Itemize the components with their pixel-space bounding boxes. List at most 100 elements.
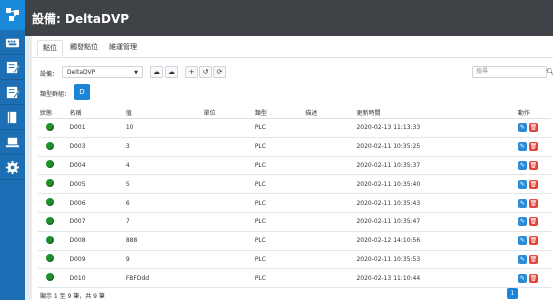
value-cell: 5: [123, 174, 202, 195]
cloud-download-button[interactable]: ☁: [165, 66, 178, 78]
value-cell: 7: [123, 212, 202, 232]
value-cell: 6: [123, 193, 202, 213]
tab-points[interactable]: 點位: [37, 40, 63, 57]
description-cell: [303, 268, 355, 289]
name-cell: D008: [67, 231, 124, 251]
description-cell: [303, 212, 355, 232]
refresh-button[interactable]: ⟳: [213, 66, 226, 78]
edit-button[interactable]: ✎: [517, 236, 527, 246]
group-chip-d[interactable]: D: [74, 84, 90, 100]
table-row[interactable]: D003 3 PLC 2020-02-11 10:35:25 ✎ 🗑︎: [38, 137, 551, 157]
updated-time-cell: 2020-02-11 10:35:25: [354, 137, 516, 157]
add-button[interactable]: +: [185, 66, 198, 78]
description-cell: [303, 137, 355, 157]
edit-button[interactable]: ✎: [517, 217, 527, 227]
name-cell: D009: [67, 250, 124, 270]
delete-button[interactable]: 🗑︎: [528, 179, 538, 189]
delete-button[interactable]: 🗑︎: [528, 217, 538, 227]
column-header[interactable]: 動作: [515, 106, 551, 119]
type-cell: PLC: [252, 250, 304, 270]
device-label: 設備：: [40, 71, 59, 78]
unit-cell: [201, 174, 253, 195]
delete-button[interactable]: 🗑︎: [528, 198, 538, 208]
name-cell: D004: [67, 156, 124, 176]
delete-button[interactable]: 🗑︎: [528, 142, 538, 152]
edit-button[interactable]: ✎: [517, 179, 527, 189]
type-cell: PLC: [252, 118, 304, 138]
type-cell: PLC: [252, 156, 304, 176]
page-header: 設備: DeltaDVP: [25, 0, 553, 36]
app-logo-icon[interactable]: [0, 0, 25, 30]
description-cell: [303, 118, 355, 138]
column-header[interactable]: 名稱: [67, 106, 124, 119]
status-cell: [38, 250, 68, 270]
actions-cell: ✎ 🗑︎: [515, 156, 551, 176]
table-row[interactable]: D010 FBFDdd PLC 2020-02-13 11:10:44 ✎ 🗑︎: [38, 268, 551, 289]
column-header[interactable]: 單位: [201, 106, 253, 119]
table-row[interactable]: D001 10 PLC 2020-02-13 11:13:33 ✎ 🗑︎: [38, 118, 551, 138]
edit-button[interactable]: ✎: [517, 160, 527, 170]
delete-button[interactable]: 🗑︎: [528, 254, 538, 264]
edit-icon[interactable]: [0, 55, 25, 80]
table-row[interactable]: D007 7 PLC 2020-02-11 10:35:47 ✎ 🗑︎: [38, 212, 551, 232]
column-header[interactable]: 值: [123, 106, 202, 119]
value-cell: 9: [123, 250, 202, 270]
edit-button[interactable]: ✎: [517, 142, 527, 152]
edit-button[interactable]: ✎: [517, 198, 527, 208]
value-cell: 4: [123, 156, 202, 176]
delete-button[interactable]: 🗑︎: [528, 160, 538, 170]
column-header[interactable]: 類型: [252, 106, 304, 119]
tab-maintenance[interactable]: 維運管理: [104, 40, 142, 57]
column-header[interactable]: 描述: [303, 106, 355, 119]
updated-time-cell: 2020-02-13 11:10:44: [354, 268, 516, 289]
status-ok-icon: [46, 179, 54, 188]
page-title: 設備: DeltaDVP: [32, 12, 130, 26]
edit-button[interactable]: ✎: [517, 273, 527, 283]
status-cell: [38, 174, 68, 195]
status-ok-icon: [46, 254, 54, 263]
points-table: 狀態 名稱 值 單位 類型 描述 更新時間 動作 D001 10 PLC 2020-0…: [38, 106, 551, 289]
device-select[interactable]: DeltaDVP ▼: [62, 66, 143, 78]
type-cell: PLC: [252, 137, 304, 157]
column-header[interactable]: 更新時間: [354, 106, 516, 119]
search-placeholder: 搜尋: [476, 68, 489, 75]
value-cell: 10: [123, 118, 202, 138]
book-icon[interactable]: [0, 105, 25, 130]
table-row[interactable]: D006 6 PLC 2020-02-11 10:35:43 ✎ 🗑︎: [38, 193, 551, 213]
updated-time-cell: 2020-02-11 10:35:40: [354, 174, 516, 195]
updated-time-cell: 2020-02-13 11:13:33: [354, 118, 516, 138]
column-header[interactable]: 狀態: [38, 106, 68, 119]
edit-button[interactable]: ✎: [517, 123, 527, 133]
edit-icon[interactable]: [0, 80, 25, 105]
edit-button[interactable]: ✎: [517, 254, 527, 264]
unit-cell: [201, 231, 253, 251]
sidebar: [0, 0, 25, 300]
tab-trigger-points[interactable]: 觸發點位: [65, 40, 103, 57]
laptop-icon[interactable]: [0, 130, 25, 155]
page-button-1[interactable]: 1: [507, 288, 518, 299]
refresh-icon: ⟳: [216, 68, 223, 76]
status-ok-icon: [46, 160, 54, 169]
table-row[interactable]: D005 5 PLC 2020-02-11 10:35:40 ✎ 🗑︎: [38, 174, 551, 195]
table-row[interactable]: D008 888 PLC 2020-02-12 14:10:56 ✎ 🗑︎: [38, 231, 551, 251]
keyboard-icon[interactable]: [0, 30, 25, 55]
table-row[interactable]: D009 9 PLC 2020-02-11 10:35:53 ✎ 🗑︎: [38, 250, 551, 270]
status-cell: [38, 156, 68, 176]
type-cell: PLC: [252, 231, 304, 251]
search-input[interactable]: 搜尋 🔍︎: [472, 66, 553, 78]
actions-cell: ✎ 🗑︎: [515, 193, 551, 213]
reset-button[interactable]: ↺: [199, 66, 212, 78]
description-cell: [303, 193, 355, 213]
delete-button[interactable]: 🗑︎: [528, 273, 538, 283]
name-cell: D010: [67, 268, 124, 289]
description-cell: [303, 250, 355, 270]
cloud-upload-button[interactable]: ☁: [150, 66, 163, 78]
delete-button[interactable]: 🗑︎: [528, 123, 538, 133]
search-icon[interactable]: 🔍︎: [546, 67, 553, 77]
gear-icon[interactable]: [0, 155, 25, 180]
value-cell: 3: [123, 137, 202, 157]
type-cell: PLC: [252, 174, 304, 195]
value-cell: 888: [123, 231, 202, 251]
delete-button[interactable]: 🗑︎: [528, 236, 538, 246]
table-row[interactable]: D004 4 PLC 2020-02-11 10:35:37 ✎ 🗑︎: [38, 156, 551, 176]
